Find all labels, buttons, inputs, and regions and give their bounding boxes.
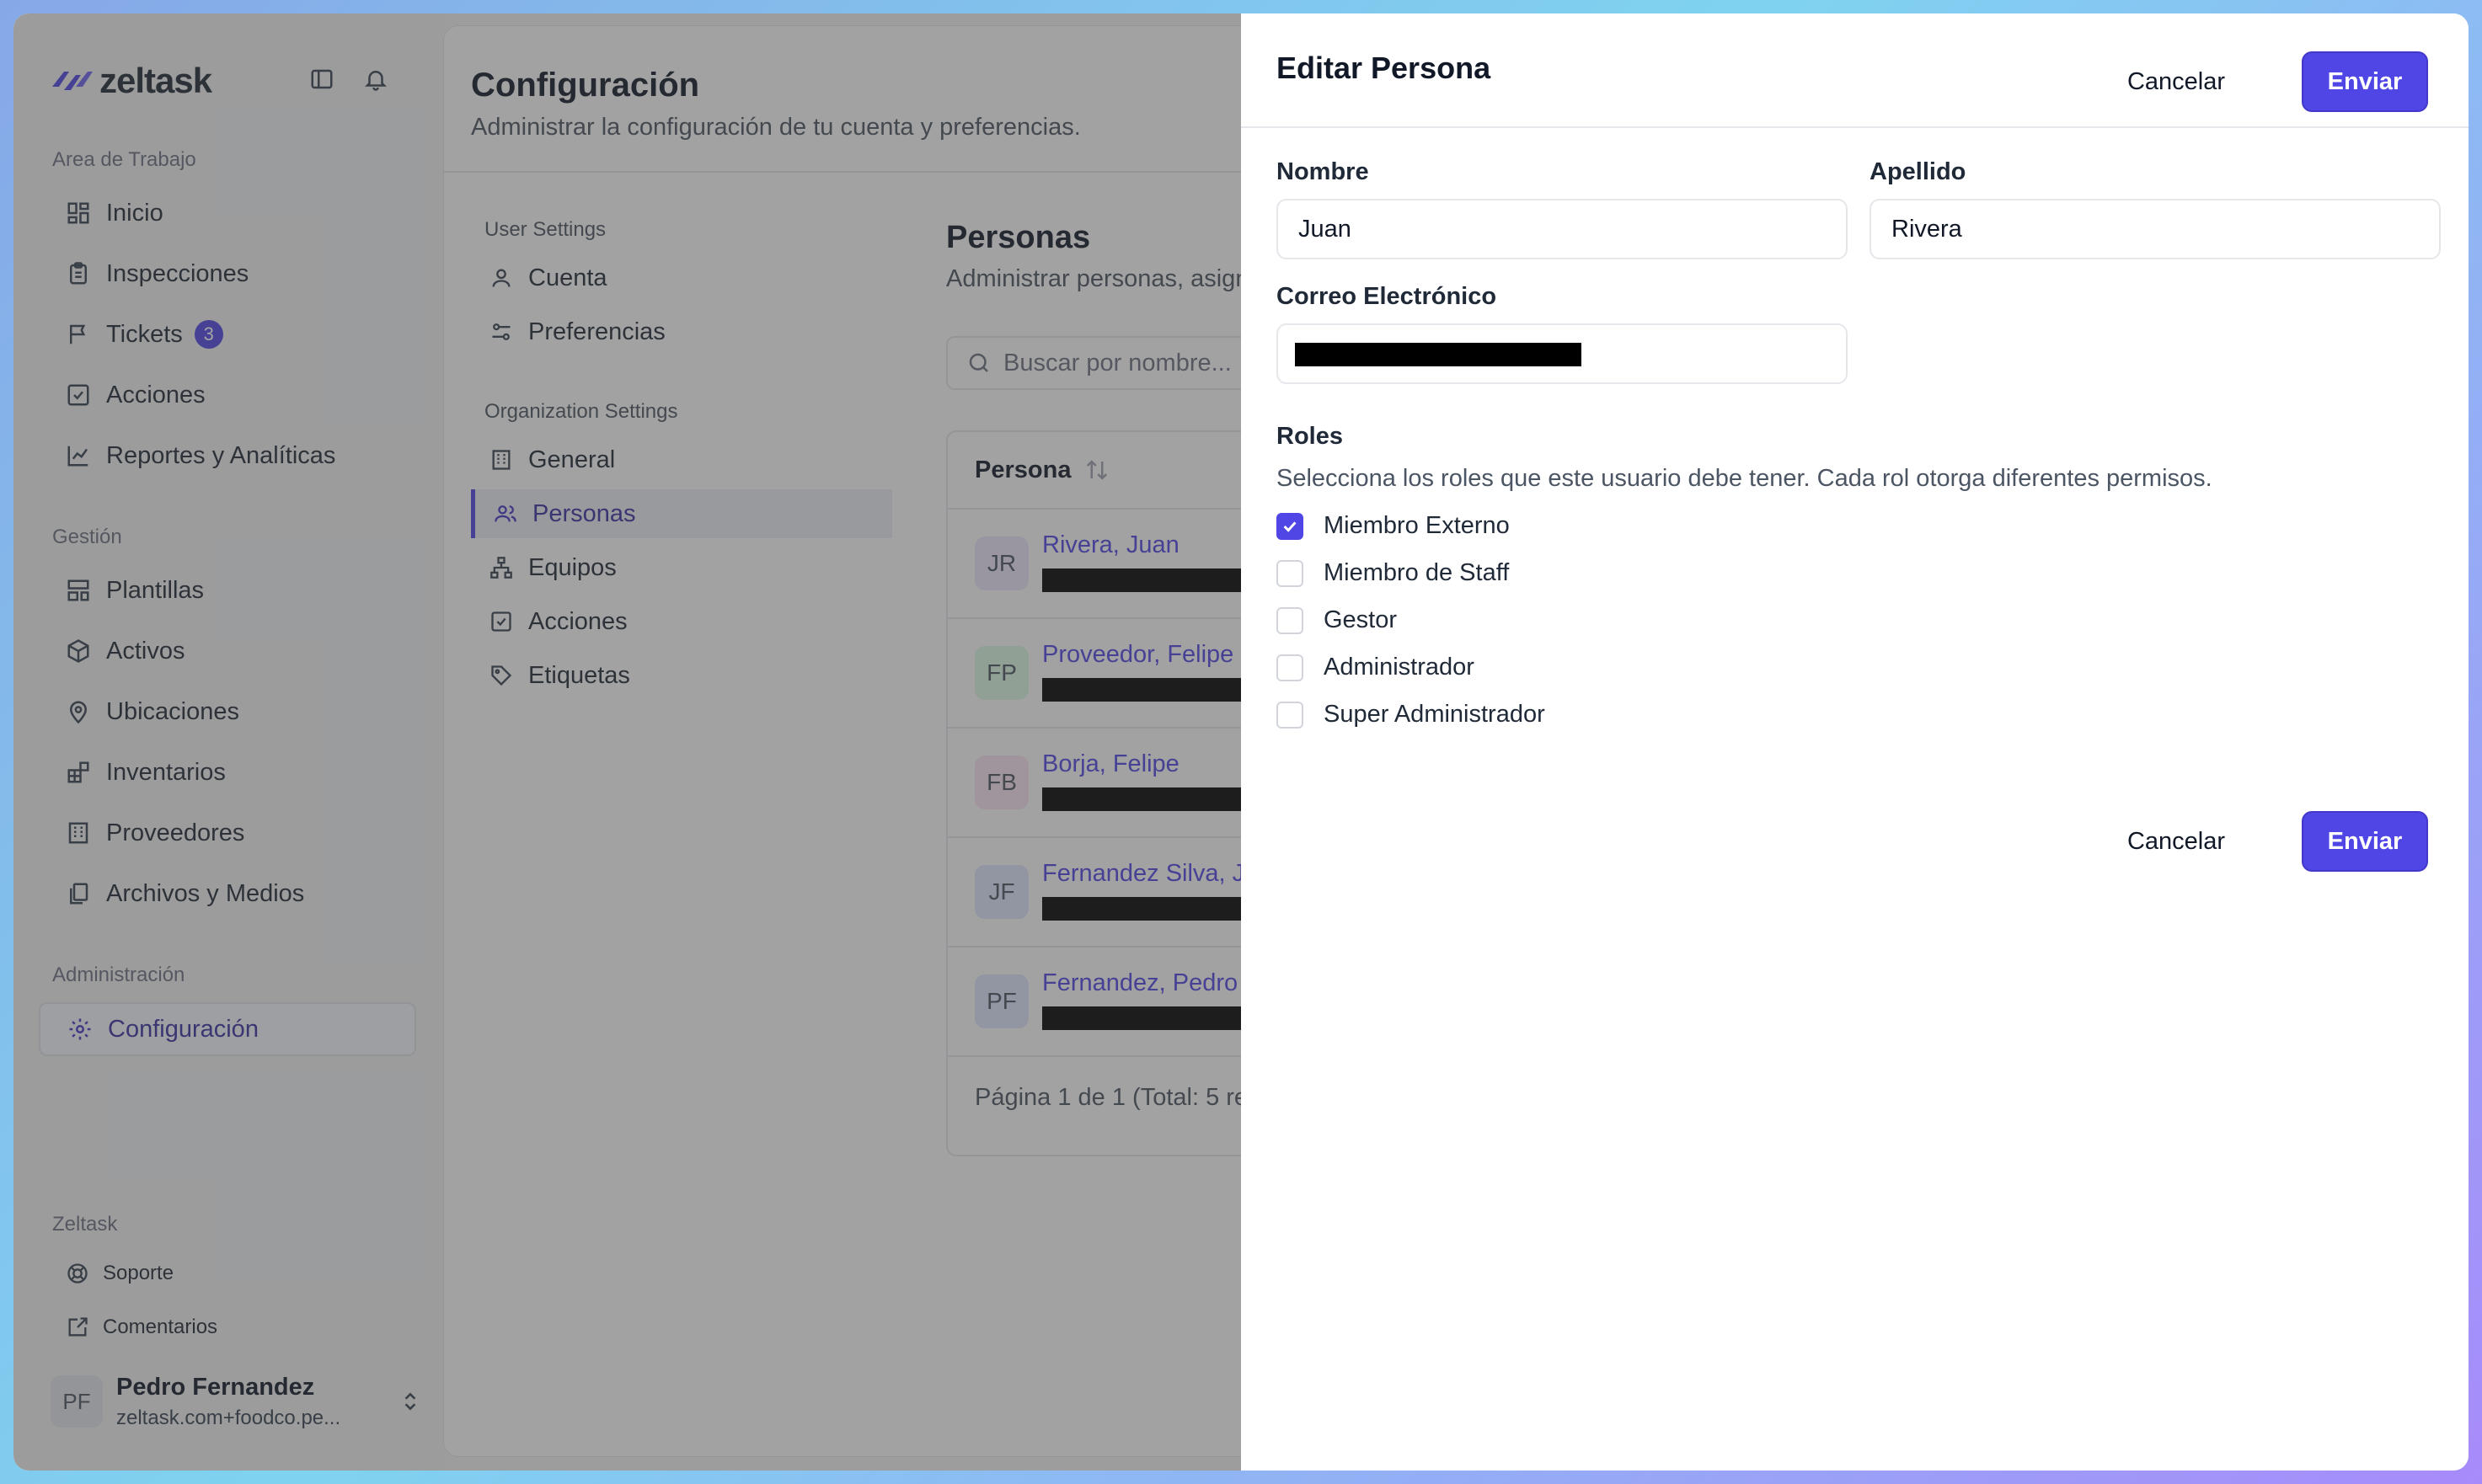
edit-person-drawer: Editar Persona Cancelar Enviar Nombre Ap… [1241,13,2469,1471]
app-window: zeltask Area de Trabajo Inicio Inspeccio… [13,13,2469,1471]
drawer-title: Editar Persona [1276,51,1491,85]
submit-button-top[interactable]: Enviar [2302,51,2428,112]
role-option-miembro-staff[interactable]: Miembro de Staff [1276,559,1509,587]
submit-button-bottom[interactable]: Enviar [2302,811,2428,872]
roles-label: Roles [1276,423,1343,450]
cancel-button-top[interactable]: Cancelar [2113,52,2239,111]
last-name-field[interactable] [1870,199,2441,259]
email-label: Correo Electrónico [1276,283,1497,310]
first-name-label: Nombre [1276,158,1369,185]
checkbox-checked[interactable] [1276,512,1303,540]
role-option-miembro-externo[interactable]: Miembro Externo [1276,512,1510,540]
checkbox[interactable] [1276,654,1303,681]
drawer-header-divider [1241,126,2469,128]
role-label: Miembro de Staff [1324,559,1510,586]
redacted-email-value [1295,343,1581,366]
first-name-field[interactable] [1276,199,1848,259]
roles-description: Selecciona los roles que este usuario de… [1276,465,2212,492]
cancel-button-bottom[interactable]: Cancelar [2113,812,2239,871]
role-option-gestor[interactable]: Gestor [1276,606,1397,634]
role-option-super-administrador[interactable]: Super Administrador [1276,701,1545,729]
checkbox[interactable] [1276,606,1303,634]
checkbox[interactable] [1276,559,1303,587]
checkbox[interactable] [1276,701,1303,729]
role-label: Gestor [1324,606,1398,633]
role-option-administrador[interactable]: Administrador [1276,654,1474,681]
role-label: Super Administrador [1324,701,1545,728]
check-icon [1283,520,1297,532]
role-label: Miembro Externo [1324,512,1510,539]
last-name-label: Apellido [1870,158,1966,185]
role-label: Administrador [1324,654,1474,681]
modal-backdrop[interactable] [13,13,1241,1471]
